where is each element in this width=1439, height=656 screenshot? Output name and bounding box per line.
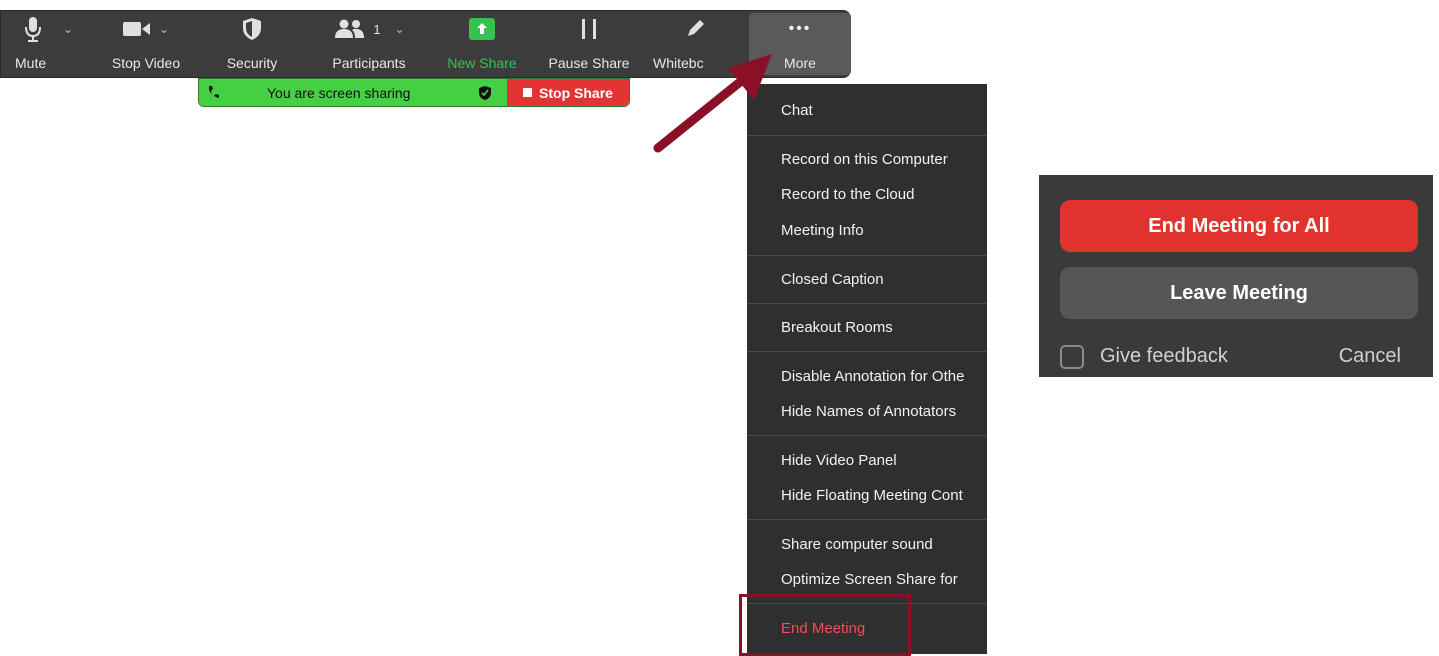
participants-icon (335, 19, 365, 38)
give-feedback-label: Give feedback (1100, 345, 1228, 367)
stop-video-button[interactable]: ⌄ Stop Video (101, 11, 191, 77)
menu-item-disable-annotation[interactable]: Disable Annotation for Othe (781, 368, 964, 385)
new-share-label: New Share (447, 55, 517, 71)
menu-item-record-cloud[interactable]: Record to the Cloud (781, 186, 914, 203)
menu-divider (747, 303, 987, 304)
chevron-down-icon[interactable]: ⌄ (159, 22, 169, 36)
chevron-down-icon[interactable]: ⌄ (63, 22, 73, 36)
participants-button[interactable]: 1 ⌄ Participants (319, 11, 419, 77)
menu-item-hide-video-panel[interactable]: Hide Video Panel (781, 452, 897, 469)
end-meeting-for-all-button[interactable]: End Meeting for All (1060, 200, 1418, 252)
more-dropdown-menu: Chat Record on this Computer Record to t… (747, 84, 987, 654)
stop-square-icon (523, 88, 533, 97)
pause-share-label: Pause Share (548, 55, 630, 71)
video-camera-icon (122, 22, 150, 36)
sharing-status-text: You are screen sharing (267, 84, 411, 101)
menu-divider (747, 351, 987, 352)
share-arrow-icon (469, 18, 495, 40)
new-share-button[interactable]: New Share (439, 11, 525, 77)
cancel-button[interactable]: Cancel (1339, 345, 1401, 368)
shield-icon (243, 18, 261, 40)
leave-meeting-button[interactable]: Leave Meeting (1060, 267, 1418, 319)
give-feedback-checkbox[interactable] (1060, 345, 1084, 369)
stop-share-label: Stop Share (539, 84, 613, 101)
sharing-status: You are screen sharing (199, 79, 507, 106)
arrow-pointer-icon (653, 54, 772, 153)
chevron-down-icon[interactable]: ⌄ (395, 22, 405, 36)
stop-video-label: Stop Video (111, 55, 181, 71)
menu-item-record-computer[interactable]: Record on this Computer (781, 151, 948, 168)
pencil-icon (688, 20, 704, 36)
mute-button[interactable]: ⌄ Mute (15, 11, 95, 77)
shield-check-icon (479, 86, 491, 100)
menu-item-hide-annotator-names[interactable]: Hide Names of Annotators (781, 403, 956, 420)
pause-icon (582, 19, 596, 39)
microphone-icon (25, 17, 41, 42)
end-meeting-highlight (739, 594, 911, 656)
menu-item-hide-floating-controls[interactable]: Hide Floating Meeting Cont (781, 487, 963, 504)
screen-sharing-bar: You are screen sharing Stop Share (198, 78, 630, 107)
menu-item-meeting-info[interactable]: Meeting Info (781, 222, 864, 239)
security-button[interactable]: Security (207, 11, 297, 77)
participants-count: 1 (373, 21, 381, 37)
menu-divider (747, 435, 987, 436)
menu-item-share-computer-sound[interactable]: Share computer sound (781, 536, 933, 553)
end-call-icon (209, 86, 219, 98)
end-meeting-dialog: End Meeting for All Leave Meeting Give f… (1039, 175, 1433, 377)
menu-divider (747, 519, 987, 520)
menu-divider (747, 255, 987, 256)
mute-label: Mute (15, 55, 47, 71)
menu-item-breakout-rooms[interactable]: Breakout Rooms (781, 319, 893, 336)
stop-share-button[interactable]: Stop Share (507, 79, 629, 106)
pause-share-button[interactable]: Pause Share (541, 11, 637, 77)
participants-label: Participants (332, 55, 406, 71)
security-label: Security (226, 55, 278, 71)
menu-item-closed-caption[interactable]: Closed Caption (781, 271, 884, 288)
more-dots-icon: ••• (788, 20, 812, 37)
menu-item-optimize-screen-share[interactable]: Optimize Screen Share for (781, 571, 958, 588)
